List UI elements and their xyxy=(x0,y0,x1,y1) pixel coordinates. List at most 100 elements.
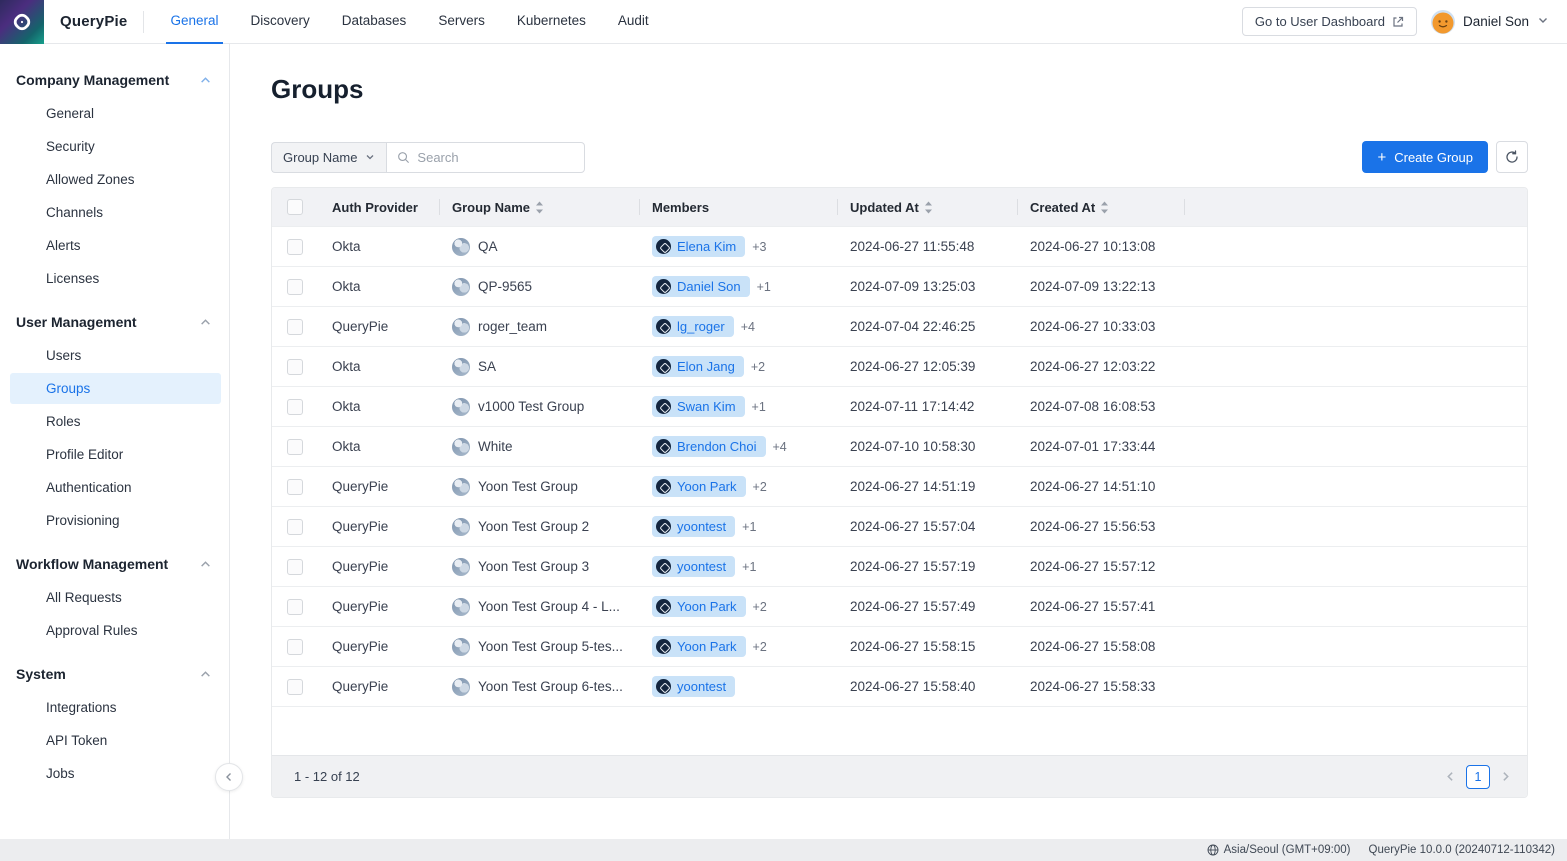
querypie-logo-icon[interactable] xyxy=(0,0,44,44)
member-chip[interactable]: Daniel Son xyxy=(652,276,750,297)
previous-page-button[interactable] xyxy=(1445,771,1456,782)
column-header-updated-at[interactable]: Updated At xyxy=(838,199,1018,215)
member-avatar-icon xyxy=(656,439,671,454)
sidebar-item-alerts[interactable]: Alerts xyxy=(10,230,221,261)
top-nav-tab-servers[interactable]: Servers xyxy=(434,0,489,44)
table-row[interactable]: QueryPie Yoon Test Group 2 yoontest +1 2… xyxy=(272,506,1527,546)
member-chip[interactable]: lg_roger xyxy=(652,316,734,337)
chevron-down-icon xyxy=(1537,13,1549,31)
sidebar-collapse-button[interactable] xyxy=(215,763,243,791)
top-nav-tab-databases[interactable]: Databases xyxy=(338,0,411,44)
extra-members-count: +2 xyxy=(753,480,767,494)
sidebar-item-security[interactable]: Security xyxy=(10,131,221,162)
table-row[interactable]: Okta QP-9565 Daniel Son +1 2024-07-09 13… xyxy=(272,266,1527,306)
row-checkbox[interactable] xyxy=(287,279,303,295)
sidebar-item-licenses[interactable]: Licenses xyxy=(10,263,221,294)
sidebar-item-jobs[interactable]: Jobs xyxy=(10,758,221,789)
table-row[interactable]: Okta White Brendon Choi +4 2024-07-10 10… xyxy=(272,426,1527,466)
member-chip[interactable]: Elena Kim xyxy=(652,236,745,257)
sidebar-item-all-requests[interactable]: All Requests xyxy=(10,582,221,613)
refresh-button[interactable] xyxy=(1496,141,1528,173)
row-checkbox[interactable] xyxy=(287,239,303,255)
row-checkbox[interactable] xyxy=(287,679,303,695)
row-checkbox[interactable] xyxy=(287,479,303,495)
member-avatar-icon xyxy=(656,479,671,494)
timezone-indicator[interactable]: Asia/Seoul (GMT+09:00) xyxy=(1207,844,1351,856)
sidebar-section-title[interactable]: User Management xyxy=(0,308,229,340)
sidebar-item-groups[interactable]: Groups xyxy=(10,373,221,404)
member-avatar-icon xyxy=(656,639,671,654)
column-header-group-name[interactable]: Group Name xyxy=(440,199,640,215)
member-chip[interactable]: Swan Kim xyxy=(652,396,745,417)
table-row[interactable]: QueryPie Yoon Test Group 5-tes... Yoon P… xyxy=(272,626,1527,666)
sidebar-item-integrations[interactable]: Integrations xyxy=(10,692,221,723)
member-avatar-icon xyxy=(656,239,671,254)
table-row[interactable]: QueryPie Yoon Test Group 6-tes... yoonte… xyxy=(272,666,1527,706)
member-chip[interactable]: Yoon Park xyxy=(652,476,746,497)
row-checkbox[interactable] xyxy=(287,359,303,375)
sidebar-item-allowed-zones[interactable]: Allowed Zones xyxy=(10,164,221,195)
extra-members-count: +2 xyxy=(753,640,767,654)
row-checkbox[interactable] xyxy=(287,399,303,415)
user-menu[interactable]: Daniel Son xyxy=(1431,10,1549,34)
cell-updated-at: 2024-06-27 15:58:15 xyxy=(838,639,1018,654)
table-row[interactable]: QueryPie Yoon Test Group Yoon Park +2 20… xyxy=(272,466,1527,506)
top-nav-tab-audit[interactable]: Audit xyxy=(614,0,653,44)
cell-auth-provider: QueryPie xyxy=(320,559,440,574)
table-row[interactable]: QueryPie Yoon Test Group 4 - L... Yoon P… xyxy=(272,586,1527,626)
row-checkbox[interactable] xyxy=(287,319,303,335)
create-group-button[interactable]: + Create Group xyxy=(1362,141,1488,173)
table-row[interactable]: QueryPie roger_team lg_roger +4 2024-07-… xyxy=(272,306,1527,346)
next-page-button[interactable] xyxy=(1500,771,1511,782)
sidebar-item-api-token[interactable]: API Token xyxy=(10,725,221,756)
cell-group-name: v1000 Test Group xyxy=(440,398,640,416)
top-nav-tab-general[interactable]: General xyxy=(166,0,222,44)
column-header-created-at[interactable]: Created At xyxy=(1018,199,1185,215)
globe-icon xyxy=(1207,844,1219,856)
row-checkbox[interactable] xyxy=(287,439,303,455)
member-chip[interactable]: yoontest xyxy=(652,556,735,577)
row-checkbox[interactable] xyxy=(287,559,303,575)
sidebar-section-title[interactable]: Workflow Management xyxy=(0,550,229,582)
table-row[interactable]: Okta QA Elena Kim +3 2024-06-27 11:55:48… xyxy=(272,226,1527,266)
search-input[interactable] xyxy=(417,150,574,165)
search-box xyxy=(386,142,585,173)
member-chip[interactable]: Brendon Choi xyxy=(652,436,766,457)
member-chip[interactable]: Yoon Park xyxy=(652,596,746,617)
column-header-empty xyxy=(1185,199,1527,215)
member-chip[interactable]: Yoon Park xyxy=(652,636,746,657)
go-to-user-dashboard-button[interactable]: Go to User Dashboard xyxy=(1242,7,1417,36)
cell-members: Yoon Park +2 xyxy=(640,636,838,657)
sidebar-item-profile-editor[interactable]: Profile Editor xyxy=(10,439,221,470)
cell-updated-at: 2024-06-27 15:57:49 xyxy=(838,599,1018,614)
row-checkbox[interactable] xyxy=(287,599,303,615)
column-header-auth-provider: Auth Provider xyxy=(320,199,440,215)
sidebar-item-channels[interactable]: Channels xyxy=(10,197,221,228)
group-avatar-icon xyxy=(452,478,470,496)
sidebar-item-approval-rules[interactable]: Approval Rules xyxy=(10,615,221,646)
top-nav-tab-discovery[interactable]: Discovery xyxy=(247,0,314,44)
member-chip[interactable]: yoontest xyxy=(652,676,735,697)
sidebar-item-general[interactable]: General xyxy=(10,98,221,129)
top-nav-tab-kubernetes[interactable]: Kubernetes xyxy=(513,0,590,44)
member-chip[interactable]: Elon Jang xyxy=(652,356,744,377)
sidebar-section-title[interactable]: Company Management xyxy=(0,66,229,98)
table-row[interactable]: QueryPie Yoon Test Group 3 yoontest +1 2… xyxy=(272,546,1527,586)
member-chip[interactable]: yoontest xyxy=(652,516,735,537)
sidebar-item-provisioning[interactable]: Provisioning xyxy=(10,505,221,536)
page-number-button[interactable]: 1 xyxy=(1466,765,1490,789)
create-group-label: Create Group xyxy=(1394,150,1473,165)
search-field-selector[interactable]: Group Name xyxy=(271,142,386,173)
group-avatar-icon xyxy=(452,238,470,256)
select-all-checkbox[interactable] xyxy=(287,199,303,215)
sidebar-item-authentication[interactable]: Authentication xyxy=(10,472,221,503)
sidebar-item-roles[interactable]: Roles xyxy=(10,406,221,437)
extra-members-count: +1 xyxy=(742,520,756,534)
sidebar-item-users[interactable]: Users xyxy=(10,340,221,371)
table-row[interactable]: Okta SA Elon Jang +2 2024-06-27 12:05:39… xyxy=(272,346,1527,386)
table-row[interactable]: Okta v1000 Test Group Swan Kim +1 2024-0… xyxy=(272,386,1527,426)
sidebar-section-title[interactable]: System xyxy=(0,660,229,692)
cell-group-name: Yoon Test Group 5-tes... xyxy=(440,638,640,656)
row-checkbox[interactable] xyxy=(287,519,303,535)
row-checkbox[interactable] xyxy=(287,639,303,655)
